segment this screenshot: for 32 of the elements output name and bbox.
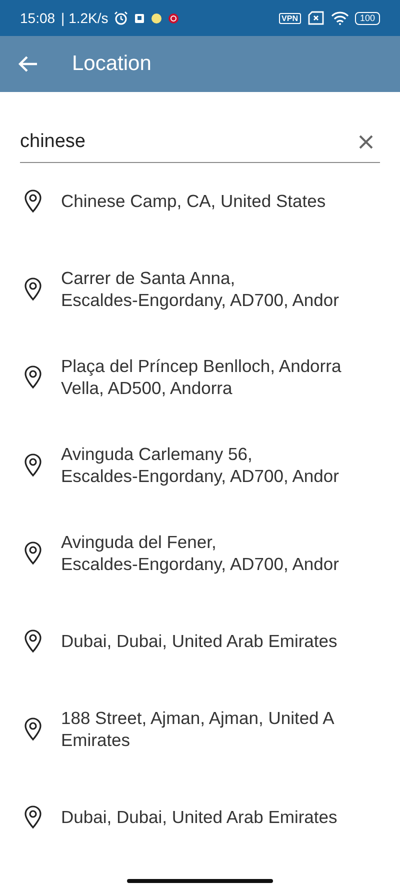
app-icon [151,12,162,24]
location-result[interactable]: Dubai, Dubai, United Arab Emirates [61,806,338,828]
clear-button[interactable] [358,134,374,150]
location-pin-icon [24,277,42,301]
close-icon [358,134,374,150]
back-button[interactable] [18,55,38,73]
location-result[interactable]: Avinguda del Fener, Escaldes-Engordany, AD700, Andor [61,531,339,575]
app-icon [168,12,180,24]
screen-title: Location [72,52,152,76]
location-result[interactable]: Plaça del Príncep Benlloch, Andorra Vella, AD500, Andorra [61,355,342,399]
location-result[interactable]: Avinguda Carlemany 56, Escaldes-Engordany, AD700, Andor [61,443,339,487]
location-pin-icon [24,805,42,829]
no-sim-icon [306,11,325,25]
location-result[interactable]: Carrer de Santa Anna, Escaldes-Engordany, AD700, Andor [61,267,339,311]
location-pin-icon [24,365,42,389]
location-pin-icon [24,453,42,477]
alarm-icon [114,11,128,25]
search-field[interactable]: chinese [20,122,380,163]
location-pin-icon [24,541,42,565]
status-time: 15:08 [20,10,56,26]
location-result[interactable]: Chinese Camp, CA, United States [61,190,326,212]
wifi-icon [330,11,349,25]
location-pin-icon [24,629,42,653]
battery-indicator: 100 [354,12,380,24]
location-result[interactable]: 188 Street, Ajman, Ajman, United A Emirates [61,707,334,751]
location-pin-icon [24,189,42,213]
back-arrow-icon [18,55,38,73]
location-result[interactable]: Dubai, Dubai, United Arab Emirates [61,630,338,652]
notification-icon [134,12,146,24]
location-pin-icon [24,717,42,741]
vpn-indicator: VPN [278,12,301,24]
network-speed: | 1.2K/s [61,10,108,26]
